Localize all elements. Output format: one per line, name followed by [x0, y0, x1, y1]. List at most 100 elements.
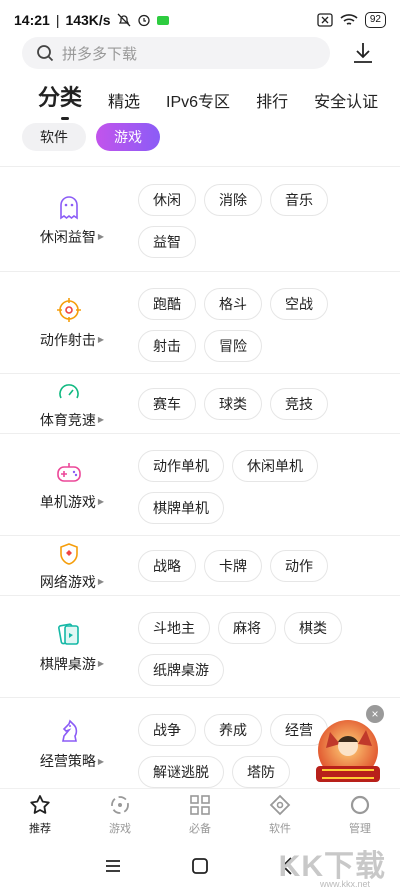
network-speed: 143K/s [65, 12, 111, 28]
category-name: 休闲益智 [39, 228, 96, 245]
floating-game-ad[interactable] [308, 712, 388, 792]
nav-label: 管理 [349, 823, 371, 835]
tag-chip[interactable]: 空战 [270, 288, 328, 320]
home-button[interactable] [188, 854, 212, 878]
crosshair-icon [55, 296, 83, 324]
tag-chip[interactable]: 格斗 [204, 288, 262, 320]
tag-chip[interactable]: 战略 [138, 550, 196, 582]
category-header[interactable]: 经营策略 ▶ [0, 698, 138, 790]
hamburger-icon [106, 859, 121, 872]
nav-manage[interactable]: 管理 [320, 789, 400, 840]
tag-chip[interactable]: 养成 [204, 714, 262, 746]
search-placeholder: 拼多多下载 [62, 45, 138, 63]
tag-chip[interactable]: 赛车 [138, 388, 196, 420]
category-row: 棋牌桌游 ▶ 斗地主 麻将 棋类 纸牌桌游 [0, 596, 400, 698]
sim-off-icon [317, 13, 333, 27]
tag-chip[interactable]: 麻将 [218, 612, 276, 644]
tag-list: 跑酷 格斗 空战 射击 冒险 [138, 288, 388, 362]
tag-chip[interactable]: 益智 [138, 226, 196, 258]
tag-chip[interactable]: 消除 [204, 184, 262, 216]
tag-chip[interactable]: 动作单机 [138, 450, 224, 482]
top-tabs: 分类 精选 IPv6专区 排行 安全认证 [38, 80, 378, 120]
nav-essentials[interactable]: 必备 [160, 789, 240, 840]
tab-ipv6[interactable]: IPv6专区 [166, 88, 230, 114]
nav-games[interactable]: 游戏 [80, 789, 160, 840]
status-bar: 14:21 | 143K/s 92 [0, 0, 400, 40]
divider [0, 166, 400, 167]
category-header[interactable]: 单机游戏 ▶ [0, 434, 138, 535]
chevron-right-icon: ▶ [97, 415, 105, 424]
category-row: 休闲益智 ▶ 休闲 消除 音乐 益智 [0, 168, 400, 272]
category-name: 经营策略 [39, 753, 96, 769]
tag-chip[interactable]: 卡牌 [204, 550, 262, 582]
nav-recommend[interactable]: 推荐 [0, 789, 80, 840]
category-name: 网络游戏 [39, 573, 96, 590]
subtab-games[interactable]: 游戏 [96, 123, 160, 151]
tag-chip[interactable]: 战争 [138, 714, 196, 746]
chevron-right-icon: ▶ [97, 577, 105, 586]
tab-category[interactable]: 分类 [38, 80, 82, 120]
nav-software[interactable]: 软件 [240, 789, 320, 840]
category-name: 体育竞速 [39, 411, 96, 428]
tag-chip[interactable]: 动作 [270, 550, 328, 582]
tag-chip[interactable]: 棋类 [284, 612, 342, 644]
subtab-software[interactable]: 软件 [22, 123, 86, 151]
battery-icon: 92 [364, 12, 386, 28]
tag-chip[interactable]: 塔防 [232, 756, 290, 788]
tag-chip[interactable]: 解谜逃脱 [138, 756, 224, 788]
chevron-right-icon: ▶ [97, 232, 105, 241]
category-header[interactable]: 休闲益智 ▶ [0, 168, 138, 271]
category-header[interactable]: 动作射击 ▶ [0, 272, 138, 373]
tag-chip[interactable]: 竞技 [270, 388, 328, 420]
game-ad-illustration [316, 720, 380, 782]
category-name: 单机游戏 [39, 493, 96, 510]
tag-list: 战略 卡牌 动作 [138, 550, 388, 582]
nav-label: 软件 [269, 823, 291, 835]
chevron-right-icon: ▶ [97, 335, 105, 344]
tag-list: 斗地主 麻将 棋类 纸牌桌游 [138, 612, 388, 686]
game-icon [108, 793, 132, 817]
ad-close-button[interactable]: × [366, 705, 384, 723]
tag-chip[interactable]: 音乐 [270, 184, 328, 216]
category-header[interactable]: 网络游戏 ▶ [0, 536, 138, 595]
tab-ranking[interactable]: 排行 [256, 88, 288, 114]
chevron-right-icon: ▶ [97, 659, 105, 668]
tag-chip[interactable]: 球类 [204, 388, 262, 420]
menu-button[interactable] [101, 854, 125, 878]
chevron-right-icon: ▶ [97, 756, 105, 766]
tag-chip[interactable]: 冒险 [204, 330, 262, 362]
nav-label: 推荐 [29, 823, 51, 835]
tab-featured[interactable]: 精选 [108, 88, 140, 114]
message-icon [156, 15, 169, 25]
wifi-icon [340, 13, 358, 27]
tag-list: 赛车 球类 竞技 [138, 388, 388, 420]
bottom-nav: 推荐 游戏 必备 软件 管理 [0, 788, 400, 840]
tag-chip[interactable]: 跑酷 [138, 288, 196, 320]
gamepad-icon [55, 458, 83, 486]
chevron-right-icon: ▶ [97, 497, 105, 506]
tag-chip[interactable]: 休闲 [138, 184, 196, 216]
nav-label: 必备 [189, 823, 211, 835]
category-row: 体育竞速 ▶ 赛车 球类 竞技 [0, 374, 400, 434]
search-input[interactable]: 拼多多下载 [22, 37, 330, 69]
sub-tabs: 软件 游戏 [22, 123, 160, 151]
tag-list: 休闲 消除 音乐 益智 [138, 184, 388, 258]
category-row: 网络游戏 ▶ 战略 卡牌 动作 [0, 536, 400, 596]
category-row: 动作射击 ▶ 跑酷 格斗 空战 射击 冒险 [0, 272, 400, 374]
tag-chip[interactable]: 纸牌桌游 [138, 654, 224, 686]
category-name: 棋牌桌游 [39, 655, 96, 672]
category-header[interactable]: 棋牌桌游 ▶ [0, 596, 138, 697]
tag-chip[interactable]: 休闲单机 [232, 450, 318, 482]
tab-security[interactable]: 安全认证 [314, 88, 378, 114]
status-time: 14:21 [14, 12, 50, 28]
star-icon [28, 793, 52, 817]
tag-chip[interactable]: 射击 [138, 330, 196, 362]
grid-icon [188, 793, 212, 817]
category-header[interactable]: 体育竞速 ▶ [0, 374, 138, 433]
category-name: 动作射击 [39, 331, 96, 348]
category-row: 单机游戏 ▶ 动作单机 休闲单机 棋牌单机 [0, 434, 400, 536]
search-row: 拼多多下载 [0, 36, 400, 70]
tag-chip[interactable]: 棋牌单机 [138, 492, 224, 524]
tag-chip[interactable]: 斗地主 [138, 612, 210, 644]
download-button[interactable] [350, 39, 376, 67]
